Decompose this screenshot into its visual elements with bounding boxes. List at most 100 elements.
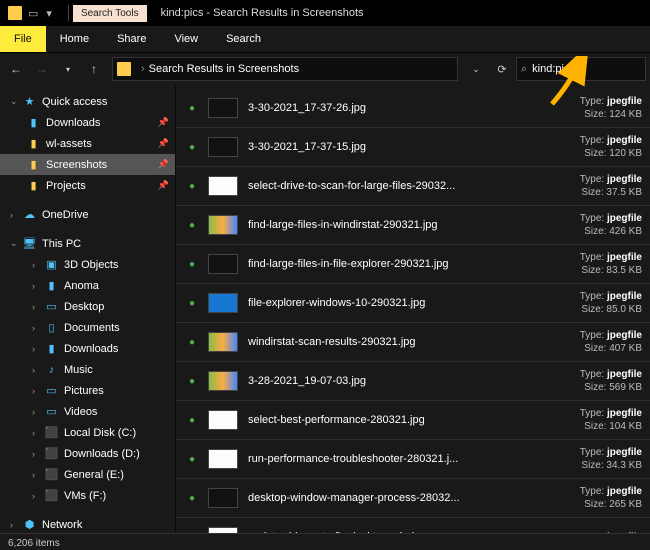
file-name: 3-30-2021_17-37-26.jpg xyxy=(248,102,482,114)
sync-status-icon: ● xyxy=(184,256,200,272)
file-row[interactable]: ●run-performance-troubleshooter-280321.j… xyxy=(176,440,650,479)
refresh-button[interactable]: ⟳ xyxy=(490,57,514,81)
file-row[interactable]: ●find-large-files-in-file-explorer-29032… xyxy=(176,245,650,284)
tree-onedrive[interactable]: ›☁OneDrive xyxy=(0,204,175,225)
file-thumbnail xyxy=(208,215,238,235)
file-row[interactable]: ●update-drivers-to-fix-desktop-window-m.… xyxy=(176,518,650,533)
music-icon: ♪ xyxy=(44,362,59,377)
item-count: 6,206 items xyxy=(8,538,60,549)
pc-icon: 🖥 xyxy=(22,236,37,251)
tree-downloads[interactable]: ▮Downloads📌 xyxy=(0,112,175,133)
videos-icon: ▭ xyxy=(44,404,59,419)
navigation-bar: ← → ▾ ↑ › Search Results in Screenshots … xyxy=(0,52,650,85)
qat-properties-icon[interactable]: ▭ xyxy=(28,7,38,20)
file-type: Type: jpegfile xyxy=(580,291,642,302)
file-row[interactable]: ●3-30-2021_17-37-26.jpgType: jpegfileSiz… xyxy=(176,89,650,128)
documents-icon: ▯ xyxy=(44,320,59,335)
folder-icon: ▮ xyxy=(26,157,41,172)
file-name: find-large-files-in-windirstat-290321.jp… xyxy=(248,219,482,231)
tab-search[interactable]: Search xyxy=(212,26,275,52)
sync-status-icon: ● xyxy=(184,451,200,467)
file-row[interactable]: ●select-drive-to-scan-for-large-files-29… xyxy=(176,167,650,206)
file-row[interactable]: ●3-28-2021_19-07-03.jpgType: jpegfileSiz… xyxy=(176,362,650,401)
folder-icon: ▮ xyxy=(26,136,41,151)
results-list[interactable]: ●3-30-2021_17-37-26.jpgType: jpegfileSiz… xyxy=(176,85,650,533)
file-size: Size: 83.5 KB xyxy=(581,265,642,276)
qat-newfolder-icon[interactable]: ▾ xyxy=(46,7,52,20)
file-type: Type: jpegfile xyxy=(580,174,642,185)
tree-anoma[interactable]: ›▮Anoma xyxy=(0,275,175,296)
search-box[interactable]: ⌕ xyxy=(516,57,646,81)
file-size: Size: 104 KB xyxy=(584,421,642,432)
file-row[interactable]: ●desktop-window-manager-process-28032...… xyxy=(176,479,650,518)
breadcrumb[interactable]: Search Results in Screenshots xyxy=(149,63,299,75)
pin-icon: 📌 xyxy=(158,159,169,170)
tree-wlassets[interactable]: ▮wl-assets📌 xyxy=(0,133,175,154)
file-size: Size: 426 KB xyxy=(584,226,642,237)
quick-access-toolbar: ▭ ▾ xyxy=(28,7,52,20)
tree-videos[interactable]: ›▭Videos xyxy=(0,401,175,422)
tree-screenshots[interactable]: ▮Screenshots📌 xyxy=(0,154,175,175)
file-meta: Type: jpegfileSize: 83.5 KB xyxy=(482,252,642,276)
tab-home[interactable]: Home xyxy=(46,26,103,52)
tree-local-c[interactable]: ›⬛Local Disk (C:) xyxy=(0,422,175,443)
file-size: Size: 569 KB xyxy=(584,382,642,393)
tab-share[interactable]: Share xyxy=(103,26,160,52)
file-meta: Type: jpegfileSize: 120 KB xyxy=(482,135,642,159)
file-row[interactable]: ●windirstat-scan-results-290321.jpgType:… xyxy=(176,323,650,362)
forward-button[interactable]: → xyxy=(30,57,54,81)
navigation-tree: ⌄★Quick access ▮Downloads📌 ▮wl-assets📌 ▮… xyxy=(0,85,176,533)
file-size: Size: 265 KB xyxy=(584,499,642,510)
tree-quick-access[interactable]: ⌄★Quick access xyxy=(0,91,175,112)
file-meta: Type: jpegfileSize: 407 KB xyxy=(482,330,642,354)
file-size: Size: 120 KB xyxy=(584,148,642,159)
dropdown-button[interactable]: ⌄ xyxy=(464,57,488,81)
tree-desktop[interactable]: ›▭Desktop xyxy=(0,296,175,317)
drive-icon: ⬛ xyxy=(44,425,59,440)
status-bar: 6,206 items xyxy=(0,533,650,550)
file-meta: Type: jpegfileSize: 265 KB xyxy=(482,486,642,510)
tree-general-e[interactable]: ›⬛General (E:) xyxy=(0,464,175,485)
file-row[interactable]: ●find-large-files-in-windirstat-290321.j… xyxy=(176,206,650,245)
file-size: Size: 34.3 KB xyxy=(581,460,642,471)
back-button[interactable]: ← xyxy=(4,57,28,81)
search-icon: ⌕ xyxy=(521,63,527,76)
file-name: 3-28-2021_19-07-03.jpg xyxy=(248,375,482,387)
file-type: Type: jpegfile xyxy=(580,532,642,534)
file-row[interactable]: ●file-explorer-windows-10-290321.jpgType… xyxy=(176,284,650,323)
file-name: select-best-performance-280321.jpg xyxy=(248,414,482,426)
file-thumbnail xyxy=(208,332,238,352)
file-size: Size: 124 KB xyxy=(584,109,642,120)
tab-view[interactable]: View xyxy=(160,26,212,52)
file-row[interactable]: ●select-best-performance-280321.jpgType:… xyxy=(176,401,650,440)
search-input[interactable] xyxy=(530,62,614,76)
tab-file[interactable]: File xyxy=(0,26,46,52)
file-thumbnail xyxy=(208,527,238,533)
up-button[interactable]: ↑ xyxy=(82,57,106,81)
tree-projects[interactable]: ▮Projects📌 xyxy=(0,175,175,196)
tree-music[interactable]: ›♪Music xyxy=(0,359,175,380)
file-row[interactable]: ●3-30-2021_17-37-15.jpgType: jpegfileSiz… xyxy=(176,128,650,167)
file-name: file-explorer-windows-10-290321.jpg xyxy=(248,297,482,309)
titlebar: ▭ ▾ Search Tools kind:pics - Search Resu… xyxy=(0,0,650,26)
tree-downloads2[interactable]: ›▮Downloads xyxy=(0,338,175,359)
tree-vms-f[interactable]: ›⬛VMs (F:) xyxy=(0,485,175,506)
tree-documents[interactable]: ›▯Documents xyxy=(0,317,175,338)
recent-dropdown[interactable]: ▾ xyxy=(56,57,80,81)
tree-downloads-d[interactable]: ›⬛Downloads (D:) xyxy=(0,443,175,464)
drive-icon: ⬛ xyxy=(44,467,59,482)
file-name: 3-30-2021_17-37-15.jpg xyxy=(248,141,482,153)
separator xyxy=(68,5,69,21)
sync-status-icon: ● xyxy=(184,529,200,533)
tree-network[interactable]: ›⬢Network xyxy=(0,514,175,533)
file-size: Size: 85.0 KB xyxy=(581,304,642,315)
tree-pictures[interactable]: ›▭Pictures xyxy=(0,380,175,401)
tree-this-pc[interactable]: ⌄🖥This PC xyxy=(0,233,175,254)
file-type: Type: jpegfile xyxy=(580,96,642,107)
search-tools-tab[interactable]: Search Tools xyxy=(73,5,147,22)
tree-3d-objects[interactable]: ›▣3D Objects xyxy=(0,254,175,275)
address-bar[interactable]: › Search Results in Screenshots xyxy=(112,57,458,81)
file-type: Type: jpegfile xyxy=(580,447,642,458)
file-meta: Type: jpegfile Size: 85.0 KB xyxy=(482,291,642,315)
file-meta: Type: jpegfile Size: 124 KB xyxy=(482,96,642,120)
